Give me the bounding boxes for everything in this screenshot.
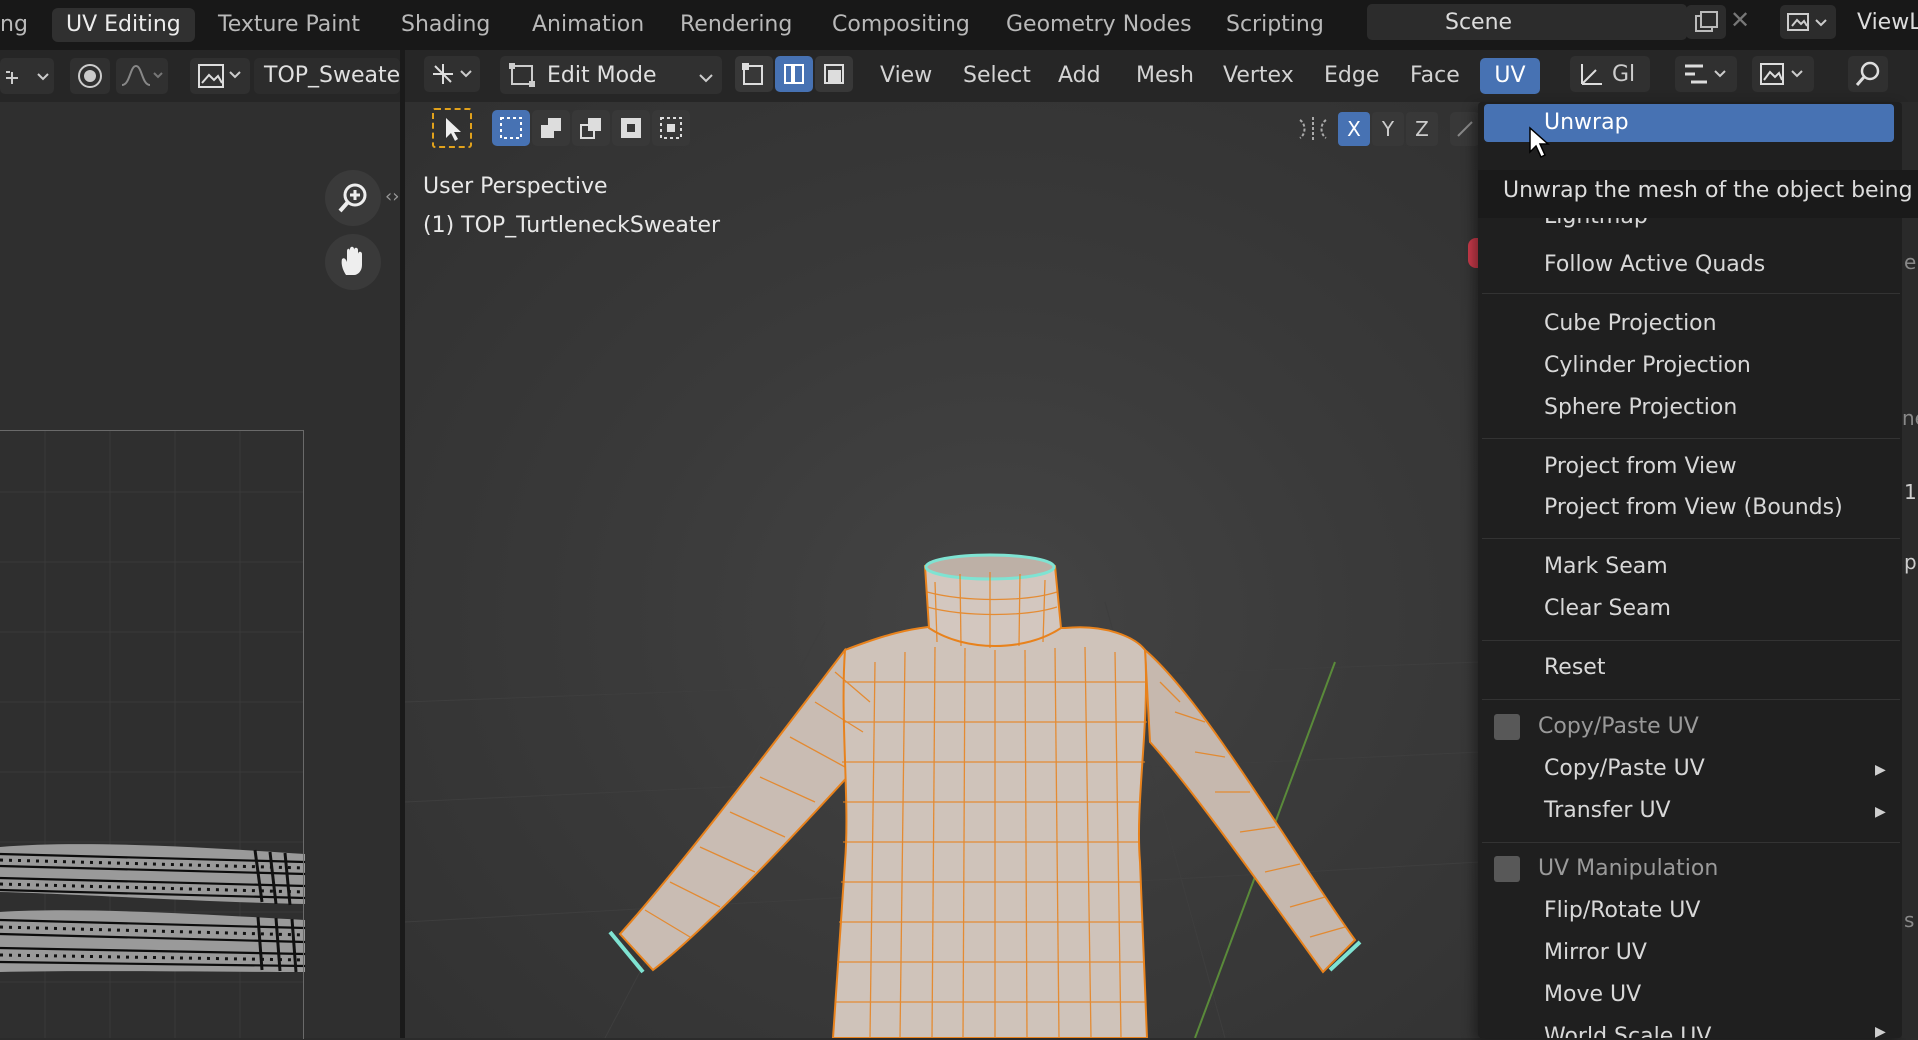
- orientation-icon: [1581, 64, 1602, 85]
- sidebar-fragment-4: p: [1904, 550, 1917, 574]
- menu-add[interactable]: Add: [1050, 58, 1109, 94]
- menu-item-unwrap[interactable]: Unwrap: [1544, 104, 1629, 142]
- edge-select-icon[interactable]: [775, 56, 813, 92]
- menu-separator: [1482, 699, 1900, 700]
- mirror-y-toggle[interactable]: Y: [1372, 112, 1404, 146]
- mode-label: Edit Mode: [547, 63, 657, 88]
- menu-item-cube-projection[interactable]: Cube Projection: [1544, 305, 1717, 343]
- tab-shading[interactable]: Shading: [387, 8, 504, 42]
- viewport-scene: [405, 553, 1480, 1038]
- sidebar-fragment-2: ne: [1902, 406, 1918, 430]
- viewport-3d[interactable]: [405, 102, 1480, 1038]
- select-invert-icon[interactable]: [612, 110, 650, 146]
- menu-item-project-from-view[interactable]: Project from View: [1544, 448, 1737, 486]
- image-browse-icon[interactable]: [190, 58, 250, 94]
- menu-edge[interactable]: Edge: [1316, 58, 1387, 94]
- section-uv-manipulation: UV Manipulation: [1538, 856, 1719, 881]
- mirror-x-toggle[interactable]: X: [1338, 112, 1370, 146]
- sidebar-fragment-3: 1: [1904, 480, 1917, 504]
- pivot-icon[interactable]: [70, 58, 110, 94]
- view-layer-icon[interactable]: [1780, 5, 1836, 39]
- uv-editor-type-icon[interactable]: [0, 58, 54, 94]
- tab-geometry-nodes[interactable]: Geometry Nodes: [992, 8, 1206, 42]
- pan-hand-icon[interactable]: [325, 234, 381, 290]
- menu-face[interactable]: Face: [1402, 58, 1468, 94]
- uv-image-bounds: [0, 430, 304, 1039]
- menu-item-cylinder-projection[interactable]: Cylinder Projection: [1544, 347, 1751, 385]
- face-select-icon[interactable]: [815, 56, 853, 92]
- mouse-cursor-icon: [1528, 126, 1550, 164]
- menu-item-follow-active-quads[interactable]: Follow Active Quads: [1544, 246, 1765, 284]
- mirror-butterfly-icon: [1296, 112, 1330, 150]
- mirror-z-toggle[interactable]: Z: [1406, 112, 1438, 146]
- menu-uv[interactable]: UV: [1480, 58, 1540, 94]
- copy-paste-addon-icon: [1494, 714, 1520, 740]
- edit-mode-icon: [508, 62, 538, 92]
- transform-label: Gl: [1612, 61, 1636, 87]
- menu-item-copy-paste-uv[interactable]: Copy/Paste UV: [1544, 750, 1705, 788]
- menu-separator: [1482, 438, 1900, 439]
- menu-item-reset[interactable]: Reset: [1544, 649, 1605, 687]
- scene-name: Scene: [1445, 10, 1513, 35]
- select-extend-icon[interactable]: [532, 110, 570, 146]
- menu-separator: [1482, 842, 1900, 843]
- section-copy-paste-uv: Copy/Paste UV: [1538, 714, 1699, 739]
- sidebar-fragment-1: e: [1904, 250, 1917, 274]
- menu-mesh[interactable]: Mesh: [1128, 58, 1202, 94]
- transform-orientation-dropdown[interactable]: Gl: [1570, 56, 1650, 92]
- menu-separator: [1482, 538, 1900, 539]
- menu-item-move-uv[interactable]: Move UV: [1544, 976, 1641, 1014]
- menu-item-sphere-projection[interactable]: Sphere Projection: [1544, 389, 1737, 427]
- chevron-down-icon: [698, 70, 714, 89]
- menu-item-project-from-view-bounds[interactable]: Project from View (Bounds): [1544, 489, 1843, 527]
- menu-item-flip-rotate-uv[interactable]: Flip/Rotate UV: [1544, 892, 1700, 930]
- falloff-curve-icon[interactable]: [116, 58, 168, 94]
- select-intersect-icon[interactable]: [652, 110, 690, 146]
- view-name-label: User Perspective: [423, 174, 608, 199]
- uv-manipulation-addon-icon: [1494, 856, 1520, 882]
- close-scene-icon[interactable]: ✕: [1730, 6, 1750, 34]
- tab-compositing[interactable]: Compositing: [818, 8, 984, 42]
- select-new-icon[interactable]: [492, 110, 530, 146]
- select-tool-icon[interactable]: [432, 108, 472, 148]
- menu-item-mirror-uv[interactable]: Mirror UV: [1544, 934, 1647, 972]
- zoom-icon[interactable]: [325, 170, 381, 226]
- menu-item-transfer-uv[interactable]: Transfer UV: [1544, 792, 1671, 830]
- 3d-editor-type-icon[interactable]: [424, 56, 480, 92]
- search-icon[interactable]: [1848, 56, 1888, 92]
- vertex-select-icon[interactable]: [735, 56, 773, 92]
- menu-separator: [1482, 293, 1900, 294]
- menu-item-world-scale-uv: World Scale UV: [1544, 1024, 1712, 1038]
- submenu-arrow-icon: ▶: [1875, 762, 1886, 778]
- view-layer-name: ViewL: [1857, 10, 1918, 35]
- tab-uv-editing[interactable]: UV Editing: [52, 8, 195, 42]
- tab-modeling-partial[interactable]: ng: [0, 8, 42, 42]
- menu-item-clear-seam[interactable]: Clear Seam: [1544, 590, 1671, 628]
- sidebar-fragment-5: s: [1904, 908, 1915, 932]
- select-subtract-icon[interactable]: [572, 110, 610, 146]
- tab-texture-paint[interactable]: Texture Paint: [204, 8, 374, 42]
- menu-view[interactable]: View: [872, 58, 940, 94]
- image-name: TOP_Sweate: [264, 63, 401, 88]
- tooltip-text: Unwrap the mesh of the object being e: [1503, 178, 1918, 203]
- menu-select[interactable]: Select: [955, 58, 1039, 94]
- menu-item-world-scale-uv-clipped[interactable]: World Scale UV: [1544, 1018, 1844, 1038]
- tab-scripting[interactable]: Scripting: [1212, 8, 1338, 42]
- viewport-shading-icon[interactable]: [1752, 56, 1814, 92]
- object-name-label: (1) TOP_TurtleneckSweater: [423, 213, 721, 238]
- scene-field[interactable]: [1367, 4, 1687, 40]
- new-scene-icon[interactable]: [1686, 5, 1726, 39]
- topology-mirror-icon[interactable]: [1450, 112, 1480, 146]
- pivot-point-icon[interactable]: [1675, 56, 1737, 92]
- collapse-toggle-icon[interactable]: ‹›: [385, 186, 399, 207]
- menu-vertex[interactable]: Vertex: [1215, 58, 1302, 94]
- menu-item-mark-seam[interactable]: Mark Seam: [1544, 548, 1668, 586]
- tab-rendering[interactable]: Rendering: [666, 8, 806, 42]
- tab-animation[interactable]: Animation: [518, 8, 658, 42]
- submenu-arrow-icon: ▶: [1875, 804, 1886, 820]
- menu-separator: [1482, 640, 1900, 641]
